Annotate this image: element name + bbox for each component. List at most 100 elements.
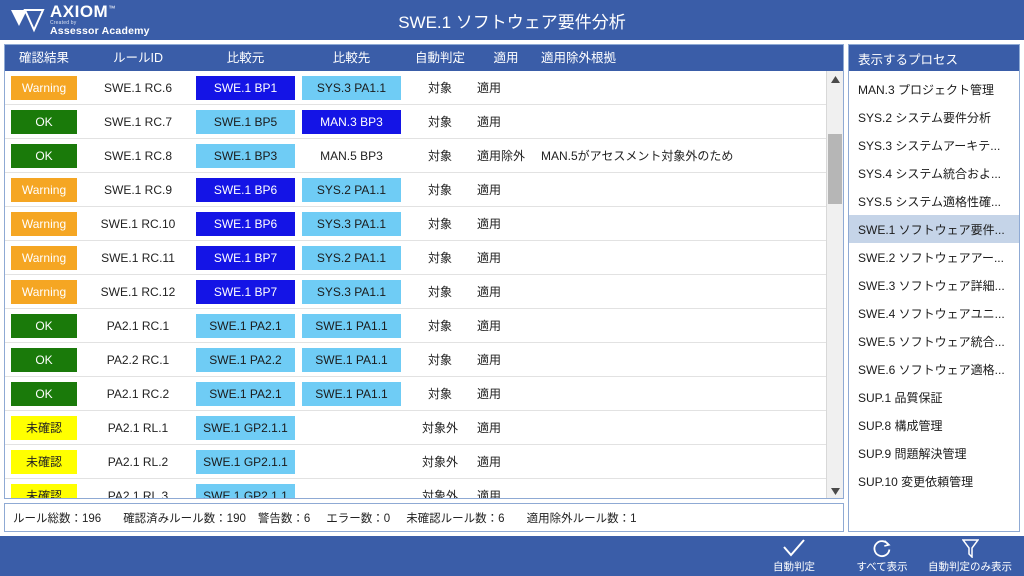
column-header-rule_id[interactable]: ルールID: [83, 45, 193, 71]
table-row[interactable]: Warning SWE.1 RC.9 SWE.1 BP6 SYS.2 PA1.1 対象 適…: [5, 173, 843, 207]
cell-apply: 適用: [477, 81, 502, 95]
sidebar-item-1[interactable]: SYS.2 システム要件分析: [849, 103, 1019, 131]
cell-rule-id: PA2.1 RL.2: [107, 454, 169, 469]
main-content: 確認結果 ルールID 比較元 比較先 自動判定 適用 適用除外根拠 Warning SWE.1…: [0, 40, 1024, 536]
table-row[interactable]: Warning SWE.1 RC.10 SWE.1 BP6 SYS.3 PA1.1 対象…: [5, 207, 843, 241]
sidebar-item-14[interactable]: SUP.10 変更依頼管理: [849, 467, 1019, 495]
status-badge: 未確認: [11, 483, 77, 498]
cell-source-tag: SWE.1 PA2.1: [196, 381, 295, 406]
cell-target-tag: SYS.3 PA1.1: [302, 279, 401, 304]
sidebar-item-8[interactable]: SWE.4 ソフトウェアユニ...: [849, 299, 1019, 327]
scrollbar-thumb[interactable]: [828, 134, 842, 204]
column-header-status[interactable]: 確認結果: [5, 45, 83, 71]
table-row[interactable]: 未確認 PA2.1 RL.3 SWE.1 GP2.1.1 対象外 適用: [5, 479, 843, 499]
sidebar-item-13[interactable]: SUP.9 問題解決管理: [849, 439, 1019, 467]
cell-target: SYS.3 PA1.1: [298, 275, 405, 309]
cell-auto-judgement: 対象: [427, 319, 452, 333]
cell-rule-id: SWE.1 RC.10: [100, 216, 176, 231]
sidebar-item-label: MAN.3 プロジェクト管理: [858, 82, 995, 97]
cell-apply: 適用: [477, 319, 502, 333]
cell-target: SYS.3 PA1.1: [298, 207, 405, 241]
cell-apply: 適用: [477, 489, 502, 499]
sidebar-item-2[interactable]: SYS.3 システムアーキテ...: [849, 131, 1019, 159]
cell-rule-id: SWE.1 RC.12: [100, 284, 176, 299]
cell-auto-judgement: 対象外: [421, 489, 458, 499]
table-row[interactable]: 未確認 PA2.1 RL.2 SWE.1 GP2.1.1 対象外 適用: [5, 445, 843, 479]
table-row[interactable]: Warning SWE.1 RC.6 SWE.1 BP1 SYS.3 PA1.1 対象 適…: [5, 71, 843, 105]
cell-source: SWE.1 BP6: [193, 207, 298, 241]
table-body[interactable]: Warning SWE.1 RC.6 SWE.1 BP1 SYS.3 PA1.1 対象適…: [5, 71, 843, 499]
cell-status: OK: [5, 105, 83, 139]
cell-target: MAN.5 BP3: [298, 139, 405, 173]
sidebar-item-12[interactable]: SUP.8 構成管理: [849, 411, 1019, 439]
sidebar-item-label: SWE.2 ソフトウェアアー...: [858, 250, 1004, 265]
app-logo: AXIOM™ Created by Assessor Academy: [10, 2, 150, 38]
cell-rule-id: SWE.1 RC.7: [103, 114, 172, 129]
cell-source: SWE.1 PA2.1: [193, 377, 298, 411]
table-row[interactable]: OK PA2.1 RC.2 SWE.1 PA2.1 SWE.1 PA1.1 対象 適用: [5, 377, 843, 411]
toolbar-button-1[interactable]: すべて表示: [838, 536, 926, 576]
sidebar-item-label: SWE.1 ソフトウェア要件...: [858, 222, 1005, 237]
cell-auto-judgement: 対象: [427, 353, 452, 367]
cell-auto-judgement: 対象: [427, 251, 452, 265]
cell-apply: 適用除外: [477, 149, 526, 163]
cell-apply: 適用: [477, 285, 502, 299]
table-row[interactable]: OK PA2.2 RC.1 SWE.1 PA2.2 SWE.1 PA1.1 対象 適用: [5, 343, 843, 377]
sidebar-item-0[interactable]: MAN.3 プロジェクト管理: [849, 75, 1019, 103]
cell-source: SWE.1 GP2.1.1: [193, 411, 298, 445]
cell-status: OK: [5, 377, 83, 411]
sidebar-item-6[interactable]: SWE.2 ソフトウェアアー...: [849, 243, 1019, 271]
page-title: SWE.1 ソフトウェア要件分析: [398, 12, 626, 32]
refresh-circle-icon: [872, 539, 892, 558]
toolbar-button-2[interactable]: 自動判定のみ表示: [926, 536, 1014, 576]
column-header-auto[interactable]: 自動判定: [405, 45, 475, 71]
cell-source: SWE.1 GP2.1.1: [193, 445, 298, 479]
status-stat: 未確認ルール数：6: [406, 512, 505, 525]
cell-apply: 適用: [477, 455, 502, 469]
toolbar-button-0[interactable]: 自動判定: [750, 536, 838, 576]
status-stat: 警告数：6: [257, 512, 311, 525]
sidebar-process-list[interactable]: MAN.3 プロジェクト管理 SYS.2 システム要件分析 SYS.3 システムアー…: [849, 71, 1019, 495]
check-icon: [783, 539, 805, 558]
cell-rule-id: SWE.1 RC.6: [103, 80, 172, 95]
cell-status: 未確認: [5, 411, 83, 445]
cell-auto-judgement: 対象: [427, 115, 452, 129]
sidebar-item-4[interactable]: SYS.5 システム適格性確...: [849, 187, 1019, 215]
table-row[interactable]: Warning SWE.1 RC.12 SWE.1 BP7 SYS.3 PA1.1 対象…: [5, 275, 843, 309]
table-vertical-scrollbar[interactable]: [826, 71, 843, 498]
status-badge: Warning: [11, 279, 77, 304]
cell-target: SYS.3 PA1.1: [298, 71, 405, 105]
cell-target-tag: SYS.3 PA1.1: [302, 211, 401, 236]
table-row[interactable]: OK SWE.1 RC.8 SWE.1 BP3 MAN.5 BP3 対象 適用除外 MAN.…: [5, 139, 843, 173]
status-badge: OK: [11, 109, 77, 134]
sidebar-item-10[interactable]: SWE.6 ソフトウェア適格...: [849, 355, 1019, 383]
column-header-apply[interactable]: 適用: [475, 45, 537, 71]
column-header-reason[interactable]: 適用除外根拠: [537, 45, 843, 71]
cell-status: Warning: [5, 71, 83, 105]
cell-status: Warning: [5, 275, 83, 309]
sidebar-item-3[interactable]: SYS.4 システム統合およ...: [849, 159, 1019, 187]
cell-apply: 適用: [477, 183, 502, 197]
cell-exclusion-reason: [537, 411, 843, 445]
table-row[interactable]: Warning SWE.1 RC.11 SWE.1 BP7 SYS.2 PA1.1 対象…: [5, 241, 843, 275]
cell-status: OK: [5, 139, 83, 173]
sidebar-item-7[interactable]: SWE.3 ソフトウェア詳細...: [849, 271, 1019, 299]
cell-source-tag: SWE.1 BP3: [196, 143, 295, 168]
column-header-target[interactable]: 比較先: [298, 45, 405, 71]
cell-target-tag: SYS.2 PA1.1: [302, 177, 401, 202]
table-row[interactable]: OK SWE.1 RC.7 SWE.1 BP5 MAN.3 BP3 対象 適用: [5, 105, 843, 139]
scroll-down-arrow-icon[interactable]: [827, 483, 843, 498]
cell-status: Warning: [5, 173, 83, 207]
sidebar-item-9[interactable]: SWE.5 ソフトウェア統合...: [849, 327, 1019, 355]
sidebar-item-11[interactable]: SUP.1 品質保証: [849, 383, 1019, 411]
scroll-up-arrow-icon[interactable]: [827, 71, 843, 88]
table-row[interactable]: 未確認 PA2.1 RL.1 SWE.1 GP2.1.1 対象外 適用: [5, 411, 843, 445]
table-row[interactable]: OK PA2.1 RC.1 SWE.1 PA2.1 SWE.1 PA1.1 対象 適用: [5, 309, 843, 343]
status-stat: 確認済みルール数：190: [123, 512, 246, 525]
column-header-source[interactable]: 比較元: [193, 45, 298, 71]
cell-source: SWE.1 PA2.2: [193, 343, 298, 377]
sidebar-item-5[interactable]: SWE.1 ソフトウェア要件...: [849, 215, 1019, 243]
cell-source-tag: SWE.1 BP7: [196, 279, 295, 304]
cell-source: SWE.1 GP2.1.1: [193, 479, 298, 498]
cell-target-tag: SWE.1 PA1.1: [302, 313, 401, 338]
